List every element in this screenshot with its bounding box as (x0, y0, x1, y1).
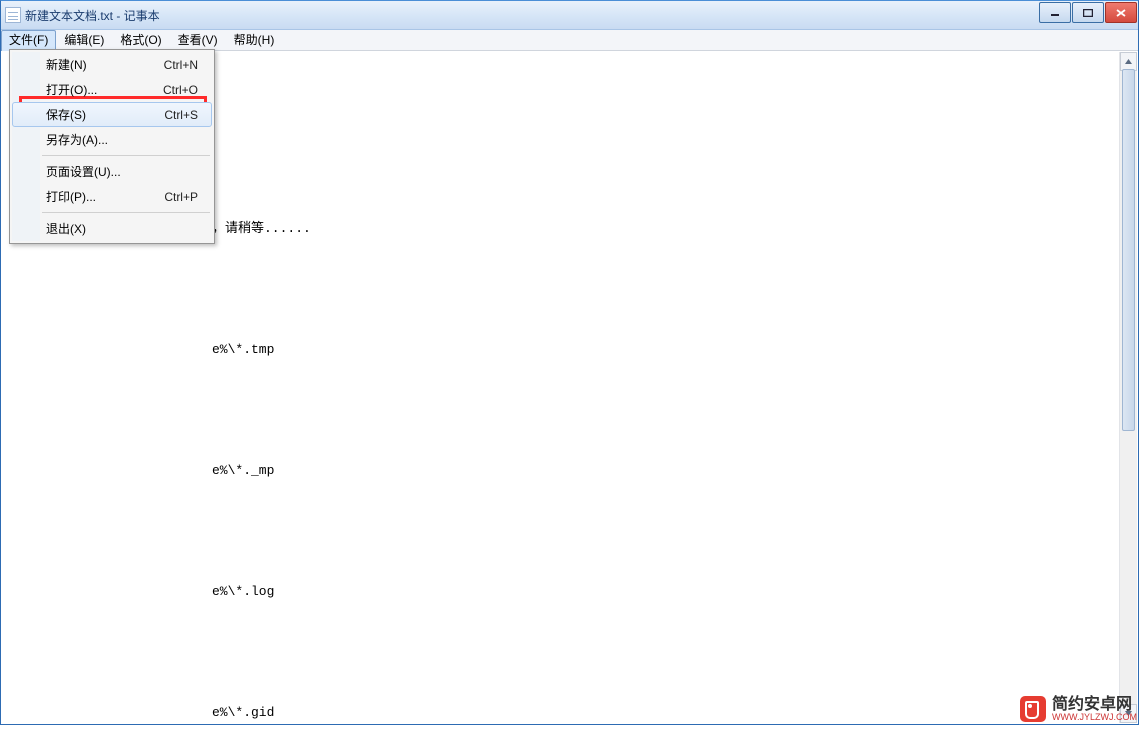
close-button[interactable] (1105, 2, 1137, 23)
watermark-title: 简约安卓网 (1052, 696, 1137, 714)
menu-page-setup-label: 页面设置(U)... (46, 163, 121, 180)
window-controls (1039, 1, 1138, 23)
dropdown-separator (42, 155, 210, 156)
dropdown-separator (42, 212, 210, 213)
menu-print[interactable]: 打印(P)... Ctrl+P (12, 184, 212, 209)
menu-save-as-label: 另存为(A)... (46, 131, 108, 148)
text-line: e%\*._mp (8, 461, 1119, 481)
menu-help[interactable]: 帮助(H) (226, 30, 283, 50)
menu-page-setup[interactable]: 页面设置(U)... (12, 159, 212, 184)
menu-print-label: 打印(P)... (46, 188, 96, 205)
menu-view[interactable]: 查看(V) (170, 30, 226, 50)
menu-save[interactable]: 保存(S) Ctrl+S (12, 102, 212, 127)
menu-new-shortcut: Ctrl+N (164, 58, 198, 72)
text-line: e%\*.log (8, 582, 1119, 602)
watermark-url: WWW.JYLZWJ.COM (1052, 713, 1137, 723)
menu-new[interactable]: 新建(N) Ctrl+N (12, 52, 212, 77)
file-dropdown-menu: 新建(N) Ctrl+N 打开(O)... Ctrl+O 保存(S) Ctrl+… (9, 49, 215, 244)
menu-open-label: 打开(O)... (46, 81, 97, 98)
titlebar[interactable]: 新建文本文档.txt - 记事本 (1, 1, 1138, 30)
menu-print-shortcut: Ctrl+P (164, 190, 198, 204)
menu-save-shortcut: Ctrl+S (164, 108, 198, 122)
maximize-button[interactable] (1072, 2, 1104, 23)
menu-open-shortcut: Ctrl+O (163, 83, 198, 97)
watermark: 简约安卓网 WWW.JYLZWJ.COM (1020, 696, 1137, 723)
menu-file[interactable]: 文件(F) (1, 30, 56, 51)
scroll-thumb[interactable] (1122, 69, 1135, 431)
window-title: 新建文本文档.txt - 记事本 (25, 7, 160, 24)
menu-new-label: 新建(N) (46, 56, 87, 73)
text-line: e%\*.tmp (8, 340, 1119, 360)
menu-open[interactable]: 打开(O)... Ctrl+O (12, 77, 212, 102)
notepad-window: 新建文本文档.txt - 记事本 文件(F) 编辑(E) 格式(O) 查看(V)… (0, 0, 1139, 725)
menu-exit-label: 退出(X) (46, 220, 86, 237)
menu-format[interactable]: 格式(O) (112, 30, 169, 50)
menu-save-as[interactable]: 另存为(A)... (12, 127, 212, 152)
menubar: 文件(F) 编辑(E) 格式(O) 查看(V) 帮助(H) (1, 30, 1138, 51)
minimize-button[interactable] (1039, 2, 1071, 23)
android-icon (1020, 696, 1046, 722)
menu-edit[interactable]: 编辑(E) (56, 30, 112, 50)
menu-save-label: 保存(S) (46, 106, 86, 123)
text-line: e%\*.gid (8, 703, 1119, 723)
menu-exit[interactable]: 退出(X) (12, 216, 212, 241)
vertical-scrollbar[interactable] (1119, 52, 1137, 723)
notepad-file-icon (5, 7, 21, 23)
